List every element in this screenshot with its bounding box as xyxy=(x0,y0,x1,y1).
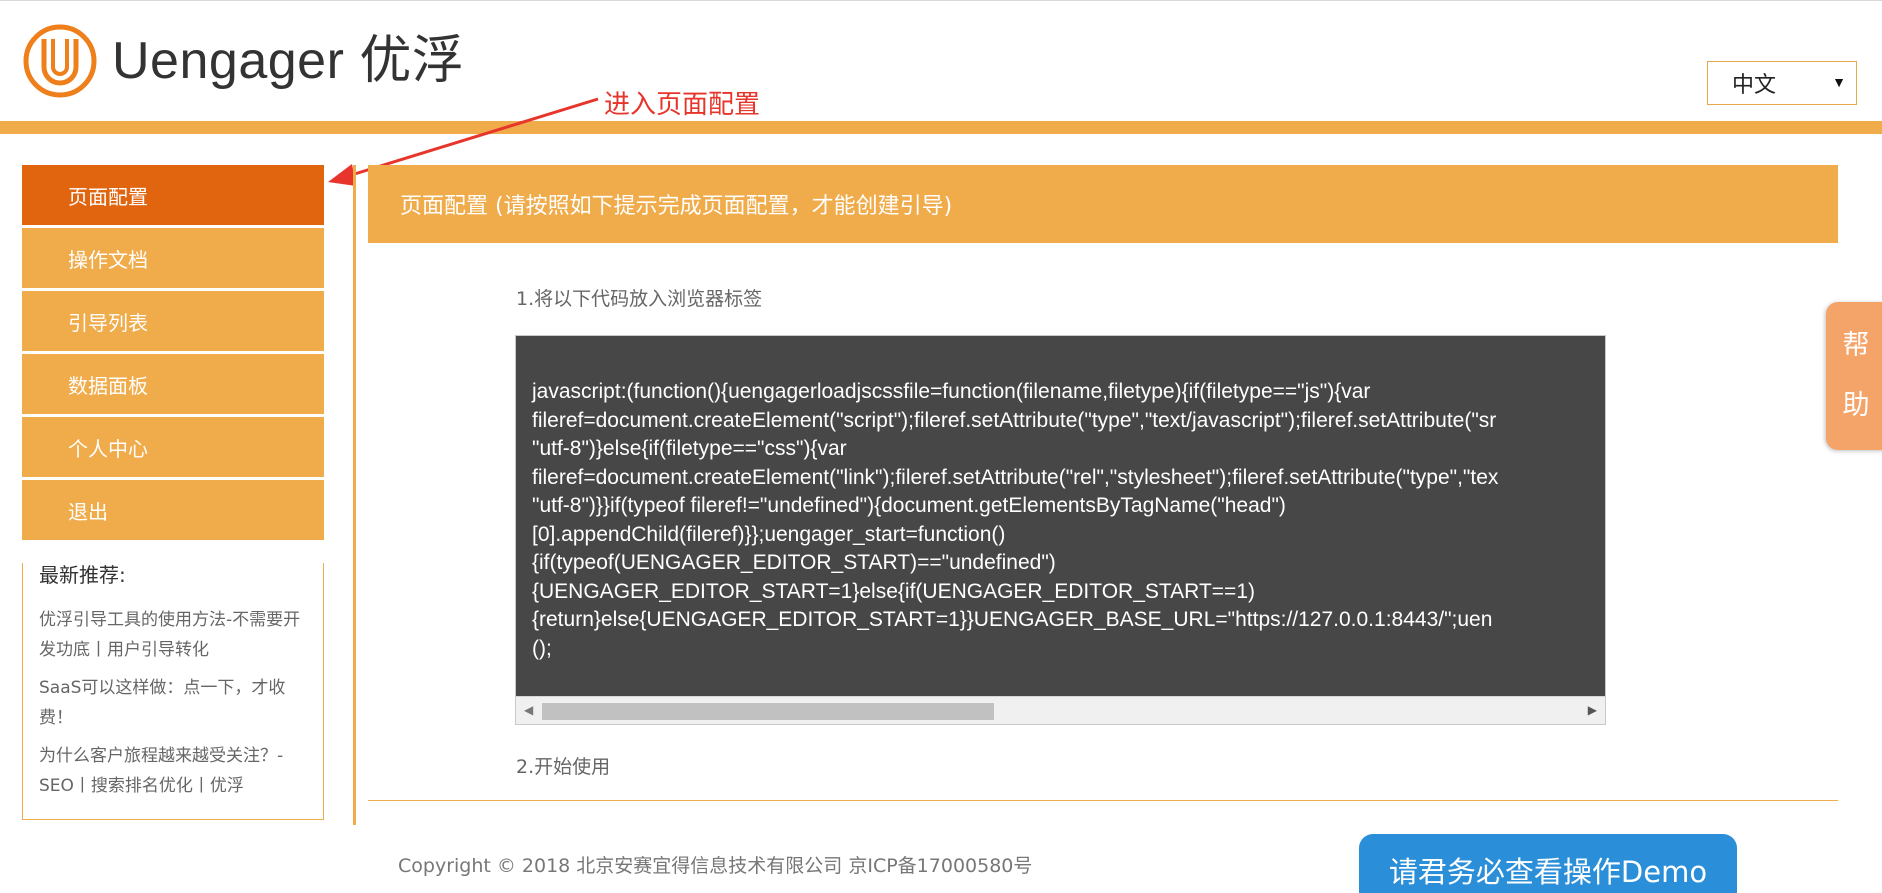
sidebar-item-label: 页面配置 xyxy=(68,184,148,209)
sidebar-item-label: 引导列表 xyxy=(68,310,148,335)
sidebar-item-label: 数据面板 xyxy=(68,373,148,398)
sidebar-item-logout[interactable]: 退出 xyxy=(22,480,324,540)
code-block[interactable]: javascript:(function(){uengagerloadjscss… xyxy=(515,335,1606,725)
scrollbar-thumb[interactable] xyxy=(542,703,994,720)
help-char: 帮 xyxy=(1842,330,1870,361)
page-title: 页面配置 (请按照如下提示完成页面配置，才能创建引导) xyxy=(368,165,1838,243)
step1-text: 1.将以下代码放入浏览器标签 xyxy=(516,288,763,310)
recommend-link[interactable]: 优浮引导工具的使用方法-不需要开发功底丨用户引导转化 xyxy=(39,605,305,665)
sidebar-item-docs[interactable]: 操作文档 xyxy=(22,228,324,288)
copyright-text: Copyright © 2018 北京安赛宜得信息技术有限公司 京ICP备170… xyxy=(398,855,1033,877)
sidebar-item-dashboard[interactable]: 数据面板 xyxy=(22,354,324,414)
language-value: 中文 xyxy=(1732,72,1777,97)
scroll-left-icon[interactable]: ◀ xyxy=(524,703,533,717)
sidebar-item-page-config[interactable]: 页面配置 xyxy=(22,165,324,225)
help-tab[interactable]: 帮 助 xyxy=(1826,302,1882,450)
scroll-right-icon[interactable]: ▶ xyxy=(1588,703,1597,717)
uengager-logo-icon xyxy=(23,24,97,98)
horizontal-scrollbar[interactable]: ◀ ▶ xyxy=(516,696,1605,724)
recommend-link[interactable]: 为什么客户旅程越来越受关注？-SEO丨搜索排名优化丨优浮 xyxy=(39,741,305,801)
language-select[interactable]: 中文 ▼ xyxy=(1707,61,1857,105)
help-char: 助 xyxy=(1842,390,1870,421)
top-border xyxy=(0,0,1882,1)
demo-button[interactable]: 请君务必查看操作Demo xyxy=(1359,834,1737,893)
recommend-link[interactable]: SaaS可以这样做：点一下，才收费！ xyxy=(39,673,305,733)
sidebar-item-label: 个人中心 xyxy=(68,436,148,461)
brand-logo[interactable]: Uengager 优浮 xyxy=(22,22,464,100)
recommend-panel: 最新推荐: 优浮引导工具的使用方法-不需要开发功底丨用户引导转化 SaaS可以这… xyxy=(22,563,324,820)
vertical-divider xyxy=(353,165,356,825)
recommend-title: 最新推荐: xyxy=(39,563,126,587)
dropdown-arrow-icon: ▼ xyxy=(1832,74,1846,90)
brand-name: Uengager 优浮 xyxy=(112,32,465,90)
content-divider xyxy=(368,800,1838,801)
sidebar-item-profile[interactable]: 个人中心 xyxy=(22,417,324,477)
sidebar-item-label: 操作文档 xyxy=(68,247,148,272)
annotation-label: 进入页面配置 xyxy=(604,90,761,120)
bookmarklet-code[interactable]: javascript:(function(){uengagerloadjscss… xyxy=(532,378,1605,663)
sidebar-item-guide-list[interactable]: 引导列表 xyxy=(22,291,324,351)
step2-text: 2.开始使用 xyxy=(516,756,611,778)
sidebar-item-label: 退出 xyxy=(68,499,108,524)
sidebar-nav: 页面配置 操作文档 引导列表 数据面板 个人中心 退出 xyxy=(22,165,324,543)
header-orange-bar xyxy=(0,121,1882,134)
